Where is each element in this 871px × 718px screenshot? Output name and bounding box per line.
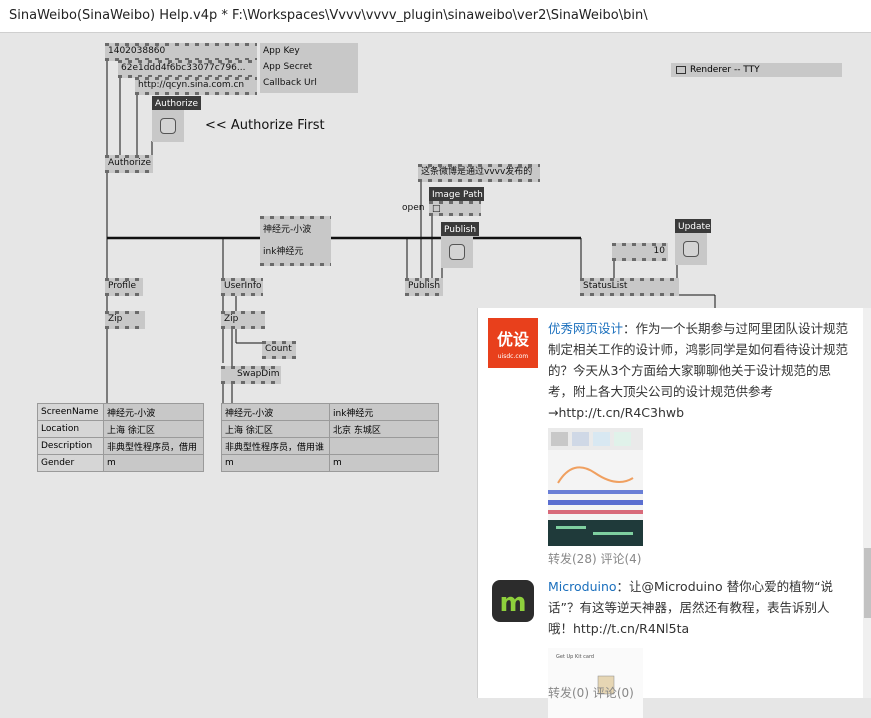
statuslist-node[interactable]: StatusList <box>580 278 679 296</box>
profile-value[interactable]: 非典型性程序员，借用 <box>103 437 204 455</box>
avatar-text: 优设 <box>497 330 530 349</box>
post-image[interactable] <box>548 428 643 546</box>
open-label: open <box>402 203 425 213</box>
swapdim-node[interactable]: SwapDim <box>221 366 281 384</box>
userinfo-cell[interactable]: m <box>329 454 439 472</box>
table-row: ScreenName 神经元-小波 <box>37 403 204 421</box>
patch-canvas[interactable]: 1402038860 62e1ddd4f6bc33077c796... http… <box>0 33 871 718</box>
app-key-label: App Key <box>260 43 358 59</box>
table-row: 非典型性程序员，借用谁 <box>221 437 439 455</box>
userinfo-cell[interactable] <box>329 437 439 455</box>
profile-key: Location <box>37 420 104 438</box>
app-secret-input[interactable]: 62e1ddd4f6bc33077c796... <box>118 60 257 78</box>
title-bar: SinaWeibo(SinaWeibo) Help.v4p * F:\Works… <box>0 0 871 33</box>
window-icon <box>676 65 686 74</box>
avatar[interactable]: m <box>488 576 538 626</box>
table-row: 上海 徐汇区 北京 东城区 <box>221 420 439 438</box>
scrollbar-thumb[interactable] <box>864 548 871 618</box>
userinfo-cell[interactable]: 非典型性程序员，借用谁 <box>221 437 330 455</box>
names-box[interactable]: 神经元-小波 ink神经元 <box>260 216 331 266</box>
publish-bang[interactable] <box>441 236 473 268</box>
count-input[interactable]: 10 <box>612 243 668 261</box>
name-line-2: ink神经元 <box>263 247 304 257</box>
table-row: mm <box>221 454 439 472</box>
publish-tag: Publish <box>441 222 479 236</box>
renderer-node[interactable]: Renderer -- TTY <box>671 63 842 77</box>
renderer-label: Renderer -- TTY <box>690 65 760 75</box>
table-row: Gender m <box>37 454 204 472</box>
count-node[interactable]: Count <box>262 341 296 359</box>
window-title: SinaWeibo(SinaWeibo) Help.v4p * F:\Works… <box>9 8 648 23</box>
bang-toggle-icon <box>449 244 465 260</box>
zip-node[interactable]: Zip <box>221 311 265 329</box>
profile-value[interactable]: 神经元-小波 <box>103 403 204 421</box>
post-nickname[interactable]: 优秀网页设计 <box>548 321 623 336</box>
userinfo-cell[interactable]: ink神经元 <box>329 403 439 421</box>
post-meta[interactable]: 转发(28) 评论(4) <box>548 550 641 567</box>
post-image[interactable]: Get Up Kit card <box>548 648 643 718</box>
uisdc-logo-icon: 优设 uisdc.com <box>488 318 538 368</box>
authorize-bang[interactable] <box>152 110 184 142</box>
table-row: Location 上海 徐汇区 <box>37 420 204 438</box>
app-secret-label: App Secret <box>260 59 358 75</box>
bang-toggle-icon <box>683 241 699 257</box>
feed-scrollbar[interactable] <box>863 308 871 698</box>
userinfo-cell[interactable]: m <box>221 454 330 472</box>
avatar-text: m <box>499 588 526 618</box>
authorize-hint: << Authorize First <box>205 118 325 133</box>
authorize-node[interactable]: Authorize <box>105 155 153 173</box>
callback-url-label: Callback Url <box>260 75 358 93</box>
userinfo-cell[interactable]: 北京 东城区 <box>329 420 439 438</box>
post-meta[interactable]: 转发(0) 评论(0) <box>548 684 634 701</box>
image-path-input[interactable]: □ <box>429 201 481 216</box>
post-text: 优秀网页设计：作为一个长期参与过阿里团队设计规范制定相关工作的设计师，鸿影同学是… <box>548 318 853 423</box>
feed-post[interactable]: m Microduino：让@Microduino 替你心爱的植物“说话”？有这… <box>488 576 853 718</box>
userinfo-cell[interactable]: 神经元-小波 <box>221 403 330 421</box>
table-row: Description 非典型性程序员，借用 <box>37 437 204 455</box>
userinfo-cell[interactable]: 上海 徐汇区 <box>221 420 330 438</box>
profile-table[interactable]: ScreenName 神经元-小波 Location 上海 徐汇区 Descript… <box>37 403 204 472</box>
swapdim-label: SwapDim <box>237 369 280 379</box>
image-caption: Get Up Kit card <box>556 654 594 660</box>
post-text: Microduino：让@Microduino 替你心爱的植物“说话”？有这等逆… <box>548 576 853 639</box>
userinfo-node[interactable]: UserInfo <box>221 278 263 296</box>
table-row: 神经元-小波 ink神经元 <box>221 403 439 421</box>
bang-toggle-icon <box>160 118 176 134</box>
profile-key: Description <box>37 437 104 455</box>
post-nickname[interactable]: Microduino <box>548 579 617 594</box>
weibo-feed-panel[interactable]: 优设 uisdc.com 优秀网页设计：作为一个长期参与过阿里团队设计规范制定相… <box>477 308 871 718</box>
microduino-logo-icon: m <box>492 580 534 622</box>
authorize-tag: Authorize <box>152 96 201 110</box>
app-key-input[interactable]: 1402038860 <box>105 43 257 61</box>
callback-url-input[interactable]: http://qcyn.sina.com.cn <box>135 77 257 95</box>
name-line-1: 神经元-小波 <box>263 225 312 235</box>
avatar-subtext: uisdc.com <box>498 353 529 360</box>
profile-value[interactable]: 上海 徐汇区 <box>103 420 204 438</box>
update-tag: Update <box>675 219 711 233</box>
profile-value[interactable]: m <box>103 454 204 472</box>
userinfo-table[interactable]: 神经元-小波 ink神经元 上海 徐汇区 北京 东城区 非典型性程序员，借用谁 mm <box>221 403 439 472</box>
publish-node[interactable]: Publish <box>405 278 443 296</box>
message-input[interactable]: 这条微博是通过vvvv发布的 <box>418 164 540 182</box>
zip-node[interactable]: Zip <box>105 311 145 329</box>
image-path-tag: Image Path <box>429 187 484 201</box>
avatar[interactable]: 优设 uisdc.com <box>488 318 538 368</box>
feed-post[interactable]: 优设 uisdc.com 优秀网页设计：作为一个长期参与过阿里团队设计规范制定相… <box>488 318 853 566</box>
profile-key: Gender <box>37 454 104 472</box>
profile-key: ScreenName <box>37 403 104 421</box>
update-bang[interactable] <box>675 233 707 265</box>
profile-node[interactable]: Profile <box>105 278 143 296</box>
